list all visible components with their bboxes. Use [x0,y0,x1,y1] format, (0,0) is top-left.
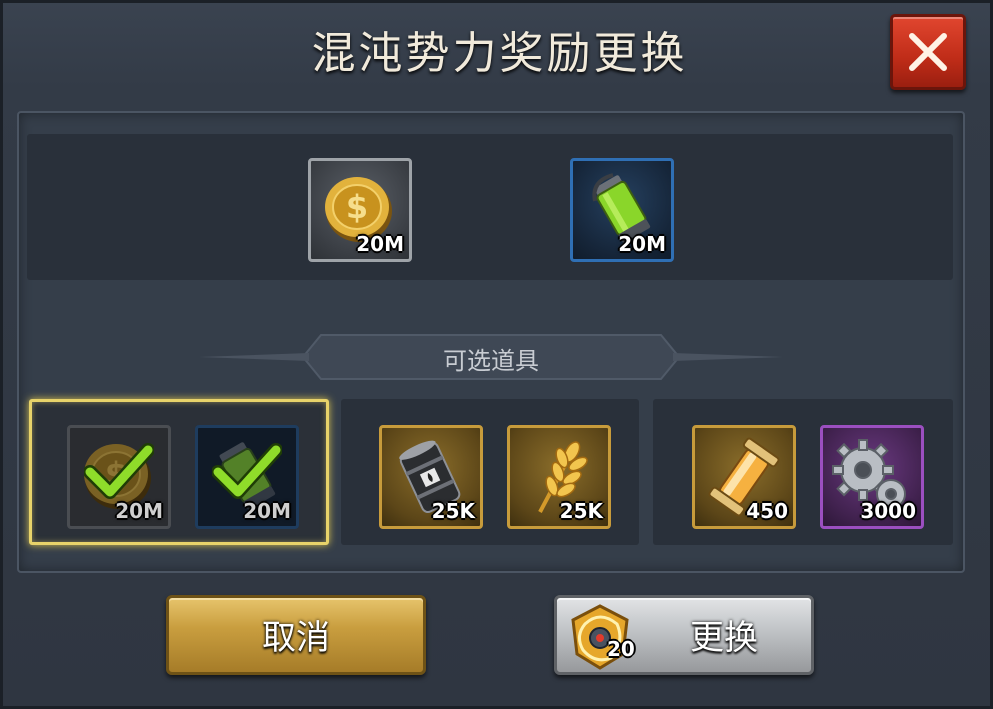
item-qty: 450 [746,499,788,523]
cancel-button[interactable]: 取消 [166,595,426,675]
option-item-energy: 450 [692,425,796,529]
item-qty: 25K [431,499,475,523]
item-qty: 20M [618,232,666,256]
option-item-wheat: 25K [507,425,611,529]
option-item-gears: 3000 [820,425,924,529]
exchange-button-label: 更换 [690,618,758,658]
close-x-icon [909,33,947,71]
section-title: 可选道具 [443,347,539,375]
exchange-button[interactable]: 20 更换 [554,595,814,675]
dialog-title: 混沌势力奖励更换 [311,28,688,79]
option-item-oil: 25K [379,425,483,529]
check-mark-icon [212,443,282,499]
item-qty: 3000 [860,499,916,523]
item-qty: 25K [559,499,603,523]
header-right-line [673,353,783,361]
current-rewards-strip [27,134,953,280]
option-item-gold: $ 20M [67,425,171,529]
current-reward-canister[interactable]: 20M [570,158,674,262]
header-left-line [199,353,309,361]
item-qty: 20M [243,499,291,523]
check-mark-icon [84,443,154,499]
current-reward-gold[interactable]: $ 20M [308,158,412,262]
item-qty: 20M [356,232,404,256]
close-button[interactable] [890,14,966,90]
item-qty: 20M [115,499,163,523]
cost-qty: 20 [607,637,635,661]
reward-exchange-dialog: 混沌势力奖励更换 $ 20M 20M 可选道具 $ 20M 20M 25K 25… [0,0,993,709]
option-item-canister: 20M [195,425,299,529]
svg-text:$: $ [346,188,368,226]
